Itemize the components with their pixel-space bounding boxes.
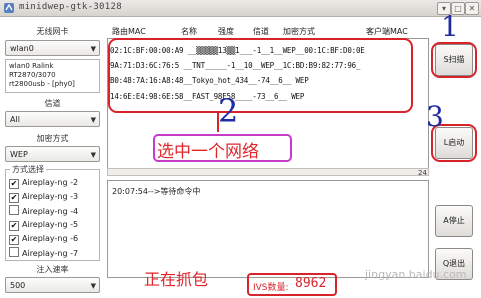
method-label: Aireplay-ng -4 <box>22 207 79 216</box>
ivs-label: IVS数量: <box>253 283 289 293</box>
adapter-info-line: rt2800usb - [phy0] <box>9 80 75 88</box>
annotation-select-network: 选中一个网络 <box>157 142 259 162</box>
encryption-label: 加密方式 <box>36 134 69 143</box>
method-checkbox-2[interactable]: ✔ Aireplay-ng -2 <box>9 177 78 189</box>
title-bar: minidwep-gtk-30128 ▾ □ ✕ <box>0 0 481 17</box>
header-bssid[interactable]: 路由MAC <box>112 26 146 37</box>
header-encryption[interactable]: 加密方式 <box>283 26 315 37</box>
app-icon <box>4 3 14 13</box>
ivs-value: 8962 <box>295 276 327 291</box>
close-button[interactable]: ✕ <box>465 2 479 15</box>
method-label: Aireplay-ng -5 <box>22 220 79 229</box>
method-checkbox-5[interactable]: ✔ Aireplay-ng -5 <box>9 219 78 231</box>
rate-select[interactable]: 500 ▼ <box>5 277 100 293</box>
method-label: Aireplay-ng -7 <box>22 249 79 258</box>
channel-value: All <box>10 115 20 124</box>
adapter-select[interactable]: wlan0 ▼ <box>5 40 100 56</box>
header-client-mac[interactable]: 客户端MAC <box>366 26 408 37</box>
stop-button[interactable]: A停止 <box>435 205 473 237</box>
annotation-network-oval <box>108 38 413 113</box>
method-checkbox-6[interactable]: ✔ Aireplay-ng -6 <box>9 233 78 245</box>
method-checkbox-7[interactable]: Aireplay-ng -7 <box>9 247 78 259</box>
channel-label: 信道 <box>44 99 61 108</box>
checkbox-icon: ✔ <box>9 193 19 203</box>
annotation-capturing: 正在抓包 <box>144 270 209 289</box>
chevron-down-icon: ▼ <box>90 116 96 124</box>
header-signal[interactable]: 强度 <box>218 26 234 37</box>
annotation-number-1: 1 <box>441 10 459 43</box>
checkbox-icon: ✔ <box>9 221 19 231</box>
log-line: 20:07:54-->等待命令中 <box>112 187 201 196</box>
adapter-info-line: wlan0 Ralink <box>9 62 54 70</box>
method-label: Aireplay-ng -6 <box>22 234 79 243</box>
log-output: 20:07:54-->等待命令中 <box>107 180 429 278</box>
watermark-text: jingyan.baidu.com <box>365 268 467 281</box>
checkbox-icon <box>9 205 19 215</box>
checkbox-icon: ✔ <box>9 179 19 189</box>
horizontal-scrollbar[interactable] <box>107 168 429 176</box>
network-counter: 24 <box>418 169 427 177</box>
annotation-number-3: 3 <box>426 100 444 133</box>
rate-label: 注入速率 <box>36 265 69 274</box>
chevron-down-icon: ▼ <box>90 45 96 53</box>
attack-method-group: ✔ Aireplay-ng -2 ✔ Aireplay-ng -3 Aireplay… <box>5 169 100 261</box>
method-label: Aireplay-ng -3 <box>22 192 79 201</box>
header-channel[interactable]: 信道 <box>253 26 269 37</box>
wireless-card-label: 无线网卡 <box>36 27 69 36</box>
checkbox-icon: ✔ <box>9 235 19 245</box>
chevron-down-icon: ▼ <box>90 282 96 290</box>
adapter-value: wlan0 <box>10 44 34 53</box>
rate-value: 500 <box>10 281 26 290</box>
method-group-title: 方式选择 <box>10 164 46 175</box>
method-checkbox-3[interactable]: ✔ Aireplay-ng -3 <box>9 191 78 203</box>
channel-select[interactable]: All ▼ <box>5 111 100 127</box>
chevron-down-icon: ▼ <box>90 151 96 159</box>
checkbox-icon <box>9 247 19 257</box>
method-label: Aireplay-ng -2 <box>22 178 79 187</box>
header-name[interactable]: 名称 <box>181 26 197 37</box>
method-checkbox-4[interactable]: Aireplay-ng -4 <box>9 205 78 217</box>
annotation-scan-oval <box>431 42 477 78</box>
annotation-arrow <box>217 112 219 132</box>
encryption-value: WEP <box>10 150 28 159</box>
adapter-info-line: RT2870/3070 <box>9 71 56 79</box>
window-title: minidwep-gtk-30128 <box>19 2 122 12</box>
encryption-select[interactable]: WEP ▼ <box>5 146 100 162</box>
adapter-info: wlan0 Ralink RT2870/3070 rt2800usb - [ph… <box>5 59 100 93</box>
